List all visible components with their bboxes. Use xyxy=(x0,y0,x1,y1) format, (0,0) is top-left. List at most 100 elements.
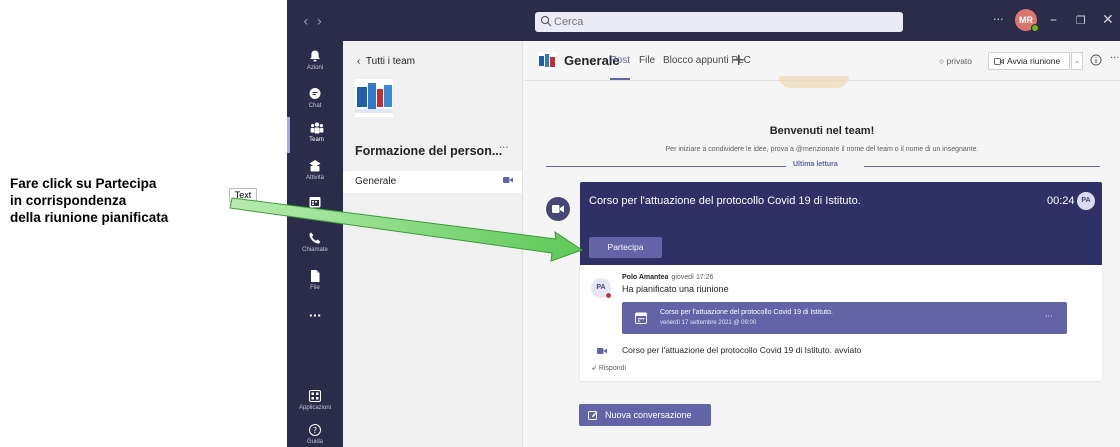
info-icon[interactable] xyxy=(1090,54,1102,66)
teams-window: ‹› ··· MR – ❐ ✕ Azioni xyxy=(287,0,1120,447)
author-name[interactable]: Polo Amantea xyxy=(622,274,668,281)
team-icon xyxy=(310,122,323,134)
start-meeting-dropdown[interactable]: ⌄ xyxy=(1071,52,1083,70)
meeting-participant-avatar[interactable]: PA xyxy=(1077,192,1095,210)
channel-team-logo xyxy=(538,52,556,70)
search-input[interactable] xyxy=(554,13,894,31)
restore-icon[interactable]: ❐ xyxy=(1076,14,1086,27)
author-avatar[interactable]: PA xyxy=(591,278,612,299)
rail-label: Team xyxy=(309,137,324,143)
meeting-thread: PA Polo Amantea giovedì 17:26 Ha pianific… xyxy=(580,265,1102,381)
meeting-icon xyxy=(546,197,570,221)
card-more-icon[interactable]: ··· xyxy=(1045,312,1053,321)
back-label: Tutti i team xyxy=(365,56,415,67)
history-arrows[interactable]: ‹› xyxy=(303,14,330,30)
rail-item-file[interactable]: File xyxy=(287,265,343,305)
welcome-subtitle: Per iniziare a condividere le idee, prov… xyxy=(665,146,979,153)
welcome-title: Benvenuti nel team! xyxy=(769,125,875,137)
rail-item-team[interactable]: Team xyxy=(287,117,343,153)
annotation-line-3: della riunione pianificata xyxy=(10,210,169,225)
last-read-divider-left xyxy=(546,166,786,167)
chat-icon xyxy=(309,88,321,99)
screenshot: Fare click su Partecipa in corrispondenz… xyxy=(0,0,1120,447)
conversation-area: Benvenuti nel team! Per iniziare a condi… xyxy=(524,76,1120,447)
rail-item-chiamate[interactable]: Chiamate xyxy=(287,227,343,267)
phone-icon xyxy=(309,232,321,244)
busy-status-icon xyxy=(605,292,612,299)
reply-link[interactable]: ↲ Rispondi xyxy=(591,364,626,372)
team-name[interactable]: Formazione del person... xyxy=(355,144,502,158)
eye-icon: ○ xyxy=(939,56,947,66)
start-meeting-button[interactable]: Avvia riunione xyxy=(988,52,1070,70)
search-icon xyxy=(540,15,552,27)
chevron-down-icon: ⌄ xyxy=(1074,57,1080,65)
back-arrow-icon[interactable]: ‹ xyxy=(303,14,317,30)
scheduled-meeting-date: venerdì 17 settembre 2021 @ 09:00 xyxy=(660,320,757,326)
forward-arrow-icon[interactable]: › xyxy=(317,14,331,30)
help-icon: ? xyxy=(309,424,321,436)
reply-label: Rispondi xyxy=(598,365,627,372)
add-tab-icon[interactable]: + xyxy=(732,50,745,69)
channel-label: Generale xyxy=(355,176,397,187)
minimize-icon[interactable]: – xyxy=(1050,12,1057,28)
close-icon[interactable]: ✕ xyxy=(1102,12,1114,28)
annotation-line-2: in corrispondenza xyxy=(10,193,127,208)
meeting-active-icon xyxy=(503,177,513,183)
meeting-title: Corso per l'attuazione del protocollo Co… xyxy=(589,195,861,207)
post-timestamp: giovedì 17:26 xyxy=(671,274,714,281)
channel-header: Generale Post File Blocco appunti PLC + … xyxy=(524,41,1120,81)
bell-icon xyxy=(310,50,320,62)
scheduled-meeting-title: Corso per l'attuazione del protocollo Co… xyxy=(660,309,833,316)
team-panel: ‹ Tutti i team Formazione del person... … xyxy=(343,41,523,447)
rail-item-guida[interactable]: ? Guida xyxy=(287,419,343,447)
rail-item-calendario[interactable]: Calendario xyxy=(287,191,343,231)
privacy-label: privato xyxy=(946,56,973,66)
back-to-teams-link[interactable]: ‹ Tutti i team xyxy=(357,56,415,67)
tab-post[interactable]: Post xyxy=(610,55,630,66)
new-conversation-button[interactable]: Nuova conversazione xyxy=(579,404,711,426)
rail-label: Calendario xyxy=(300,211,330,217)
rail-label: Chiamate xyxy=(302,247,328,253)
title-bar: ‹› ··· MR – ❐ ✕ xyxy=(287,0,1120,41)
meeting-card: Corso per l'attuazione del protocollo Co… xyxy=(580,182,1102,265)
last-read-label: Ultima lettura xyxy=(789,161,842,168)
privacy-indicator: ○ privato xyxy=(939,56,972,66)
channel-more-icon[interactable]: ··· xyxy=(1110,53,1120,64)
more-options-icon[interactable]: ··· xyxy=(993,13,1004,26)
scheduled-meeting-card[interactable]: Corso per l'attuazione del protocollo Co… xyxy=(622,302,1067,334)
avatar-initials: MR xyxy=(1019,15,1033,25)
svg-text:?: ? xyxy=(313,426,317,435)
rail-label: Applicazioni xyxy=(298,405,332,411)
new-conversation-label: Nuova conversazione xyxy=(605,410,692,420)
chevron-left-icon: ‹ xyxy=(357,56,366,67)
search-box[interactable] xyxy=(535,12,903,32)
channel-item-generale[interactable]: Generale xyxy=(343,171,522,193)
start-meeting-label: Avvia riunione xyxy=(1007,56,1061,66)
profile-avatar[interactable]: MR xyxy=(1015,9,1039,32)
rail-label: Guida xyxy=(306,439,323,445)
annotation-line-1: Fare click su Partecipa xyxy=(10,176,157,191)
file-icon xyxy=(311,270,320,282)
meeting-started-text: Corso per l'attuazione del protocollo Co… xyxy=(622,345,862,355)
rail-more[interactable]: ··· xyxy=(287,309,343,349)
last-read-divider-right xyxy=(864,166,1100,167)
compose-icon xyxy=(588,411,598,420)
rail-label: Azioni xyxy=(306,65,324,71)
join-meeting-button[interactable]: Partecipa xyxy=(589,237,662,258)
assignments-icon xyxy=(309,160,321,172)
meeting-started-icon xyxy=(597,348,607,354)
tab-file[interactable]: File xyxy=(639,55,655,66)
reply-icon: ↲ xyxy=(591,365,599,372)
rail-item-attivita[interactable]: Attività xyxy=(287,155,343,195)
available-status-icon xyxy=(1031,24,1039,32)
rail-label: Chat xyxy=(308,103,322,109)
app-rail: Azioni Chat Team Attività Calendario Chi… xyxy=(287,41,343,447)
calendar-icon xyxy=(635,312,647,324)
rail-item-azioni[interactable]: Azioni xyxy=(287,45,343,85)
team-more-icon[interactable]: ··· xyxy=(499,143,509,154)
rail-label: Attività xyxy=(305,175,324,181)
welcome-illustration xyxy=(779,76,849,88)
team-logo-image xyxy=(355,79,393,117)
post-header: Polo Amantea giovedì 17:26 xyxy=(622,274,713,281)
video-camera-icon xyxy=(994,58,1004,65)
